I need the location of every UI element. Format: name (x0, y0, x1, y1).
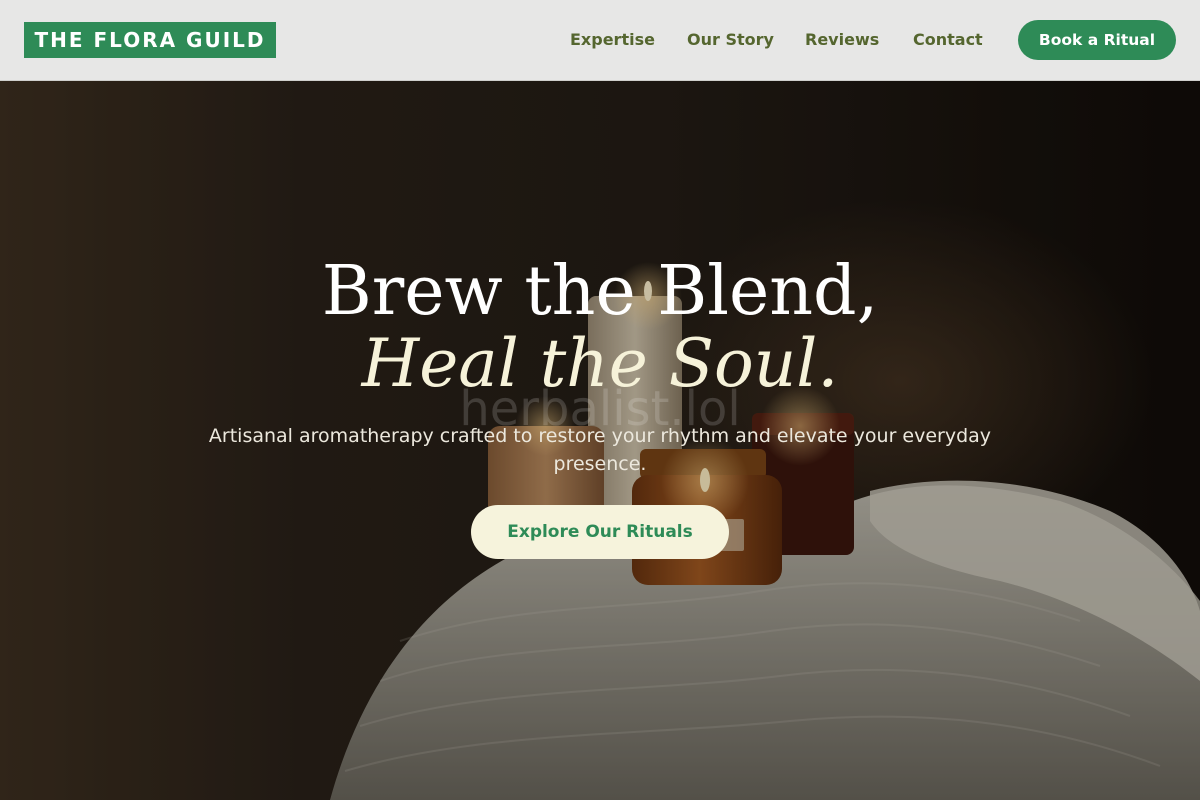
nav-link-contact[interactable]: Contact (913, 0, 983, 80)
book-ritual-button[interactable]: Book a Ritual (1018, 20, 1176, 60)
site-header: THE FLORA GUILD Expertise Our Story Revi… (0, 0, 1200, 81)
explore-rituals-button[interactable]: Explore Our Rituals (471, 505, 729, 559)
nav-link-expertise[interactable]: Expertise (570, 0, 655, 80)
hero-subtitle: Artisanal aromatherapy crafted to restor… (208, 425, 992, 475)
headline-line-1: Brew the Blend, (321, 252, 879, 331)
nav-link-our-story[interactable]: Our Story (687, 0, 774, 80)
page: THE FLORA GUILD Expertise Our Story Revi… (0, 0, 1200, 800)
hero-headline: Brew the Blend, Heal the Soul. (0, 256, 1200, 400)
hero-section: Brew the Blend, Heal the Soul. herbalist… (0, 81, 1200, 800)
brand-logo[interactable]: THE FLORA GUILD (24, 22, 276, 58)
nav-link-reviews[interactable]: Reviews (805, 0, 879, 80)
